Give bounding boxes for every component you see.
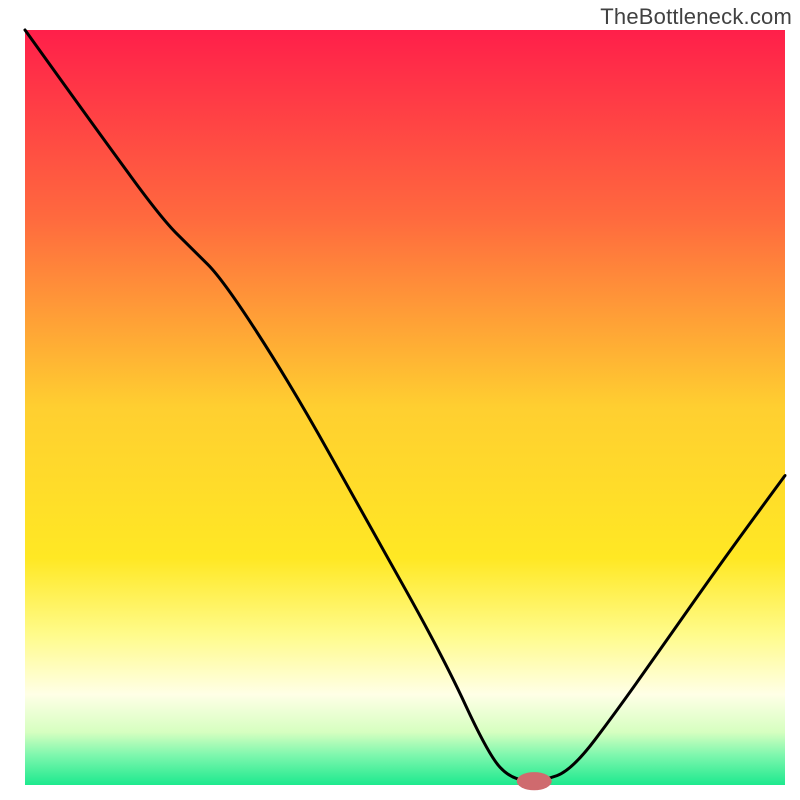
chart-container: TheBottleneck.com: [0, 0, 800, 800]
bottleneck-chart: [0, 0, 800, 800]
watermark-label: TheBottleneck.com: [600, 4, 792, 30]
chart-background: [25, 30, 785, 785]
minimum-marker: [517, 772, 552, 790]
